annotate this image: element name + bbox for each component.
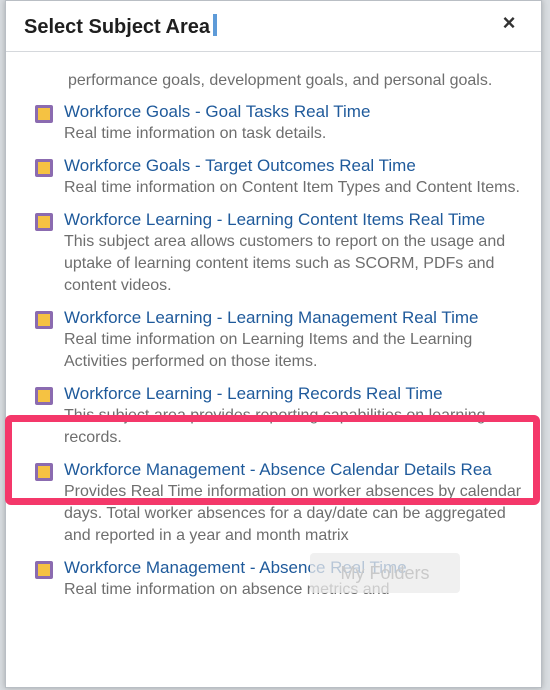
subject-area-description: Real time information on Content Item Ty… xyxy=(64,179,520,196)
subject-area-icon xyxy=(35,463,53,481)
subject-area-icon xyxy=(35,311,53,329)
subject-area-icon xyxy=(35,159,53,177)
subject-area-icon xyxy=(35,213,53,231)
select-subject-area-dialog: Select Subject Area × performance goals,… xyxy=(5,0,542,688)
subject-area-name[interactable]: Workforce Goals - Goal Tasks Real Time xyxy=(64,101,527,123)
list-item[interactable]: Workforce Management - Absence Calendar … xyxy=(6,459,541,547)
subject-area-name[interactable]: Workforce Learning - Learning Records Re… xyxy=(64,383,527,405)
list-item-selected[interactable]: Workforce Learning - Learning Records Re… xyxy=(6,383,541,449)
list-item[interactable]: Workforce Learning - Learning Content It… xyxy=(6,209,541,297)
subject-area-icon xyxy=(35,387,53,405)
list-item[interactable]: Workforce Learning - Learning Management… xyxy=(6,307,541,373)
subject-area-description: Real time information on Learning Items … xyxy=(64,331,473,370)
subject-area-icon xyxy=(35,105,53,123)
subject-area-description: This subject area provides reporting cap… xyxy=(64,407,486,446)
truncated-description: performance goals, development goals, an… xyxy=(68,72,493,89)
dialog-title: Select Subject Area xyxy=(24,14,218,39)
dialog-title-text: Select Subject Area xyxy=(24,16,211,38)
subject-area-name[interactable]: Workforce Management - Absence Calendar … xyxy=(64,459,527,481)
subject-area-name[interactable]: Workforce Learning - Learning Management… xyxy=(64,307,527,329)
subject-area-description: Real time information on task details. xyxy=(64,125,327,142)
subject-area-list[interactable]: performance goals, development goals, an… xyxy=(6,52,541,687)
subject-area-name[interactable]: Workforce Goals - Target Outcomes Real T… xyxy=(64,155,527,177)
subject-area-description: Provides Real Time information on worker… xyxy=(64,483,522,544)
list-item[interactable]: Workforce Management - Absence Real Time… xyxy=(6,557,541,601)
close-icon[interactable]: × xyxy=(497,11,521,35)
list-item[interactable]: Workforce Goals - Goal Tasks Real Time R… xyxy=(6,101,541,145)
text-caret xyxy=(213,14,218,36)
my-folders-button[interactable]: My Folders xyxy=(310,553,460,593)
subject-area-icon xyxy=(35,561,53,579)
subject-area-description: This subject area allows customers to re… xyxy=(64,233,506,294)
list-item[interactable]: Workforce Goals - Target Outcomes Real T… xyxy=(6,155,541,199)
dialog-header: Select Subject Area × xyxy=(6,1,541,52)
subject-area-name[interactable]: Workforce Learning - Learning Content It… xyxy=(64,209,527,231)
